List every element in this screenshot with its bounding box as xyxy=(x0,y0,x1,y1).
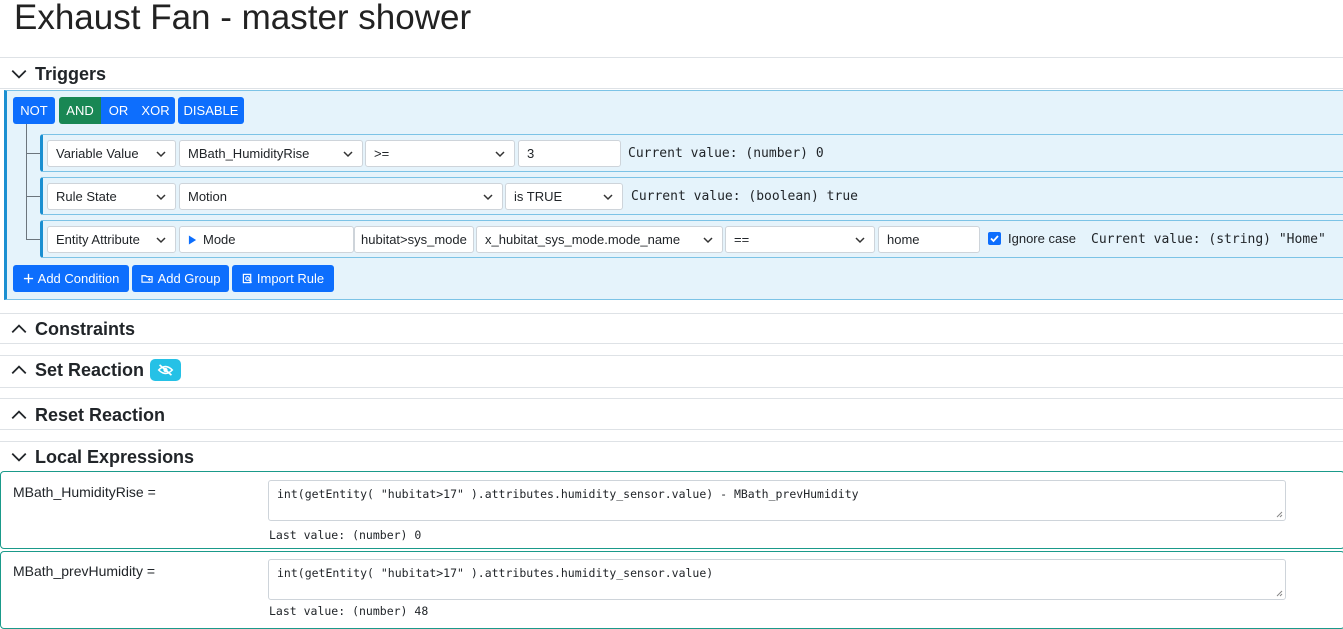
resize-grip-icon[interactable] xyxy=(1276,590,1283,597)
section-triggers-header[interactable]: Triggers xyxy=(10,59,106,89)
chevron-up-icon xyxy=(11,410,27,420)
expression-textarea[interactable]: int(getEntity( "hubitat>17" ).attributes… xyxy=(268,480,1286,521)
add-condition-button[interactable]: Add Condition xyxy=(13,265,129,292)
xor-button[interactable]: XOR xyxy=(136,97,175,124)
chevron-down-icon xyxy=(11,452,27,462)
expression-name: MBath_HumidityRise = xyxy=(13,484,156,500)
section-title: Set Reaction xyxy=(35,359,145,380)
divider xyxy=(0,88,1343,89)
select-value: >= xyxy=(374,146,390,161)
divider xyxy=(0,355,1343,356)
add-group-icon xyxy=(140,275,153,283)
button-label: Import Rule xyxy=(256,271,325,286)
section-set-reaction-header[interactable]: Set Reaction xyxy=(10,355,182,385)
section-reset-reaction-header[interactable]: Reset Reaction xyxy=(10,400,165,430)
entity-id: hubitat>sys_mode xyxy=(354,226,474,253)
tree-branch xyxy=(26,196,40,197)
state-select[interactable]: is TRUE xyxy=(505,183,623,210)
value-input[interactable]: home xyxy=(878,226,980,253)
disable-button[interactable]: DISABLE xyxy=(178,97,244,124)
check-icon xyxy=(990,235,999,243)
section-constraints-header[interactable]: Constraints xyxy=(10,314,135,344)
variable-select[interactable]: MBath_HumidityRise xyxy=(179,140,363,167)
hidden-badge[interactable] xyxy=(150,359,182,381)
rule-select[interactable]: Motion xyxy=(179,183,503,210)
plus-icon xyxy=(23,273,33,284)
add-group-button[interactable]: Add Group xyxy=(132,265,229,292)
divider xyxy=(0,441,1343,442)
select-value: Variable Value xyxy=(56,146,139,161)
condition-type-select[interactable]: Variable Value xyxy=(47,140,176,167)
ignore-case-checkbox[interactable] xyxy=(988,232,1001,245)
chevron-down-icon xyxy=(343,151,353,158)
last-value: Last value: (number) 0 xyxy=(269,528,422,542)
chevron-down-icon xyxy=(855,237,865,244)
tree-branch xyxy=(26,153,40,154)
current-value: Current value: (string) "Home" xyxy=(1091,232,1326,247)
divider xyxy=(0,343,1343,344)
section-title: Reset Reaction xyxy=(35,404,166,425)
select-value: MBath_HumidityRise xyxy=(188,146,310,161)
divider xyxy=(0,57,1343,58)
divider xyxy=(0,313,1343,314)
current-value: Current value: (boolean) true xyxy=(631,189,858,204)
condition-type-select[interactable]: Entity Attribute xyxy=(47,226,176,253)
current-value: Current value: (number) 0 xyxy=(628,146,824,161)
tree-line xyxy=(26,124,27,240)
chevron-down-icon xyxy=(156,151,166,158)
section-title: Triggers xyxy=(35,63,107,84)
last-value: Last value: (number) 48 xyxy=(269,604,429,618)
expression-text: int(getEntity( "hubitat>17" ).attributes… xyxy=(277,566,714,580)
chevron-down-icon xyxy=(495,151,505,158)
value-input[interactable]: 3 xyxy=(518,140,621,167)
page-title: Exhaust Fan - master shower xyxy=(14,0,472,37)
select-value: Motion xyxy=(188,189,228,204)
chevron-down-icon xyxy=(156,194,166,201)
select-value: == xyxy=(734,232,750,247)
play-triangle-icon xyxy=(188,235,197,244)
select-value: Rule State xyxy=(56,189,117,204)
select-value: x_hubitat_sys_mode.mode_name xyxy=(485,232,681,247)
select-value: Entity Attribute xyxy=(56,232,140,247)
import-rule-button[interactable]: Import Rule xyxy=(232,265,334,292)
chevron-down-icon xyxy=(483,194,493,201)
chevron-up-icon xyxy=(11,365,27,375)
chevron-down-icon xyxy=(11,69,27,79)
button-label: Add Group xyxy=(157,271,221,286)
chevron-up-icon xyxy=(11,324,27,334)
section-local-expressions-header[interactable]: Local Expressions xyxy=(10,442,194,472)
operator-select[interactable]: == xyxy=(725,226,875,253)
divider xyxy=(0,429,1343,430)
entity-picker[interactable]: Mode xyxy=(179,226,354,253)
divider xyxy=(0,398,1343,399)
not-button[interactable]: NOT xyxy=(13,97,55,124)
and-button[interactable]: AND xyxy=(59,97,101,124)
entity-name: Mode xyxy=(203,232,236,247)
select-value: is TRUE xyxy=(514,189,563,204)
expression-textarea[interactable]: int(getEntity( "hubitat>17" ).attributes… xyxy=(268,559,1286,600)
section-title: Constraints xyxy=(35,318,136,339)
tree-branch xyxy=(26,239,40,240)
eye-slash-icon xyxy=(157,364,174,376)
resize-grip-icon[interactable] xyxy=(1276,511,1283,518)
ignore-case-label: Ignore case xyxy=(1008,231,1076,246)
condition-type-select[interactable]: Rule State xyxy=(47,183,176,210)
chevron-down-icon xyxy=(703,237,713,244)
import-icon xyxy=(242,273,252,284)
button-label: Add Condition xyxy=(37,271,120,286)
expression-text: int(getEntity( "hubitat>17" ).attributes… xyxy=(277,487,859,501)
section-title: Local Expressions xyxy=(35,446,195,467)
chevron-down-icon xyxy=(603,194,613,201)
divider xyxy=(0,387,1343,388)
expression-name: MBath_prevHumidity = xyxy=(13,563,156,579)
or-button[interactable]: OR xyxy=(101,97,136,124)
attribute-select[interactable]: x_hubitat_sys_mode.mode_name xyxy=(476,226,723,253)
chevron-down-icon xyxy=(156,237,166,244)
operator-select[interactable]: >= xyxy=(365,140,515,167)
